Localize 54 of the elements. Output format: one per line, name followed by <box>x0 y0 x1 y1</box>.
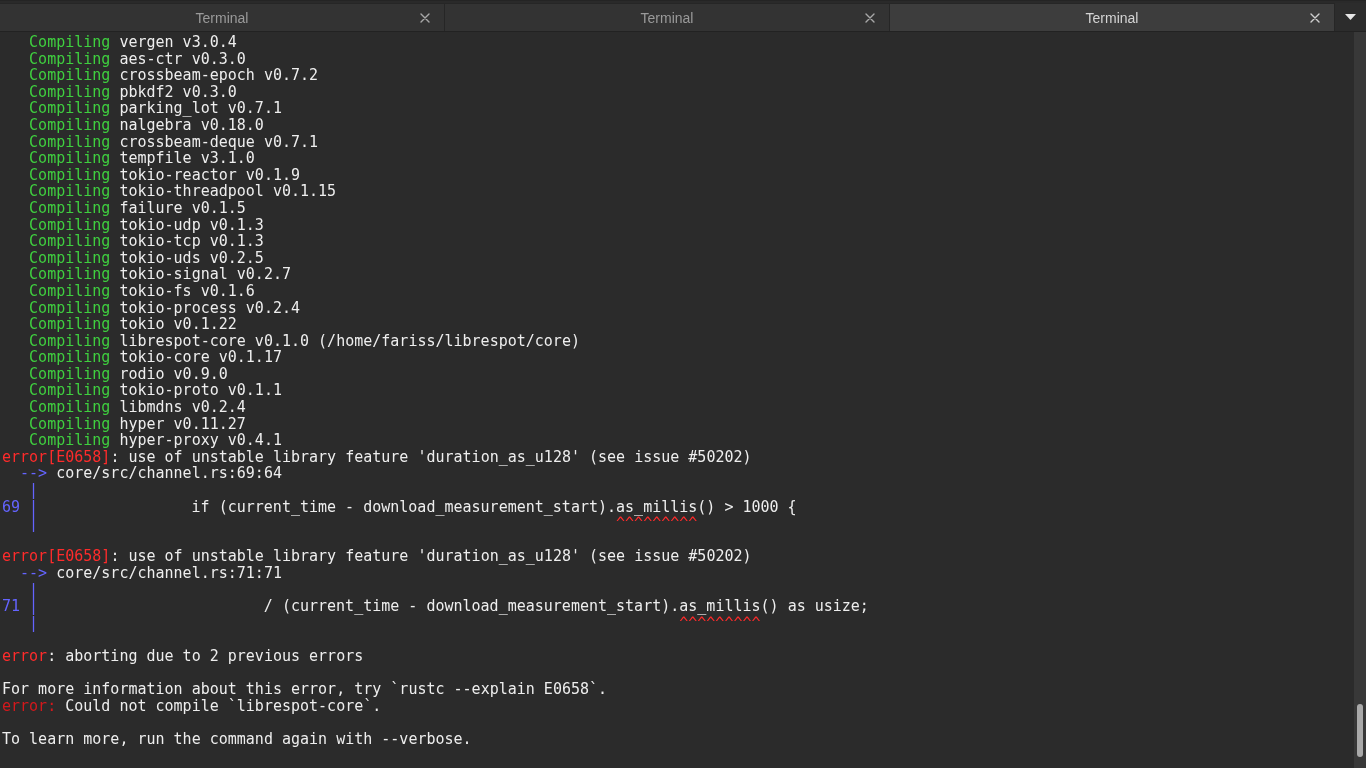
close-icon[interactable] <box>865 12 875 23</box>
error-message: error[E0658]: use of unstable library feature 'duration_as_u128' (see issue #50202) <box>2 448 752 466</box>
build-log-line: Compiling hyper v0.11.27 <box>29 415 246 433</box>
gutter-pipe-text: | <box>29 482 39 499</box>
line-number: 71 <box>2 598 21 615</box>
build-log-line: Compiling failure v0.1.5 <box>29 199 246 217</box>
close-icon[interactable] <box>1310 12 1320 23</box>
error-message: error: aborting due to 2 previous errors <box>2 647 364 665</box>
build-log-line: Compiling tokio-reactor v0.1.9 <box>29 166 300 184</box>
error-location: --> core/src/channel.rs:69:64 <box>20 465 282 483</box>
build-log-line: Compiling tokio-uds v0.2.5 <box>29 249 264 267</box>
build-log-line: Compiling rodio v0.9.0 <box>29 365 228 383</box>
terminal-tab[interactable]: Terminal <box>444 3 889 31</box>
build-log-line: Compiling tokio v0.1.22 <box>29 316 237 333</box>
error-message: error: Could not compile `librespot-core`. <box>2 697 382 715</box>
build-log-line: Compiling tokio-fs v0.1.6 <box>29 282 255 300</box>
build-log-line: Compiling tokio-tcp v0.1.3 <box>29 233 264 250</box>
build-log-line: Compiling aes-ctr v0.3.0 <box>29 50 246 68</box>
build-log-line: Compiling parking_lot v0.7.1 <box>29 100 282 117</box>
build-log-line: Compiling tokio-threadpool v0.1.15 <box>29 183 337 200</box>
code-line: if (current_time - download_measurement_start).as_millis() > 1000 { <box>191 498 797 516</box>
output-line: To learn more, run the command again with --verbose. <box>2 730 472 748</box>
build-log-line: Compiling hyper-proxy v0.4.1 <box>29 432 282 449</box>
terminal-tab[interactable]: Terminal <box>889 3 1335 31</box>
gutter-pipe-text: | <box>29 498 39 516</box>
gutter-pipe-text: | <box>29 515 39 532</box>
build-log-line: Compiling vergen v3.0.4 <box>29 34 237 51</box>
scrollbar-thumb[interactable] <box>1357 704 1363 757</box>
build-log-line: Compiling tokio-proto v0.1.1 <box>29 382 282 400</box>
gutter-pipe-text: | <box>29 614 39 632</box>
error-marker: ^^^^^^^^^ <box>616 515 698 532</box>
build-log-line: Compiling librespot-core v0.1.0 (/home/fariss/librespot/core) <box>29 332 580 350</box>
build-log-line: Compiling crossbeam-epoch v0.7.2 <box>29 67 319 84</box>
close-icon[interactable] <box>420 12 430 23</box>
build-log-line: Compiling pbkdf2 v0.3.0 <box>29 83 237 101</box>
build-log-line: Compiling tokio-signal v0.2.7 <box>29 266 291 283</box>
line-number: 69 <box>2 498 21 516</box>
error-marker: ^^^^^^^^^ <box>679 614 761 632</box>
gutter-pipe-text: | <box>29 598 39 615</box>
caret-down-icon <box>1345 14 1356 20</box>
output-line: For more information about this error, try `rustc --explain E0658`. <box>2 681 608 698</box>
terminal-tab[interactable]: Terminal <box>0 3 444 31</box>
build-log-line: Compiling libmdns v0.2.4 <box>29 399 246 416</box>
build-log-line: Compiling tokio-udp v0.1.3 <box>29 216 264 234</box>
build-log-line: Compiling tempfile v3.1.0 <box>29 150 255 167</box>
gutter-pipe-text: | <box>29 581 39 599</box>
scrollbar-track[interactable] <box>1354 32 1366 768</box>
build-log-line: Compiling crossbeam-deque v0.7.1 <box>29 133 319 151</box>
build-log-line: Compiling tokio-process v0.2.4 <box>29 299 300 317</box>
error-location: --> core/src/channel.rs:71:71 <box>20 565 282 582</box>
build-log-line: Compiling tokio-core v0.1.17 <box>29 349 282 366</box>
error-message: error[E0658]: use of unstable library feature 'duration_as_u128' (see issue #50202) <box>2 548 752 565</box>
code-line: / (current_time - download_measurement_start).as_millis() as usize; <box>263 598 869 615</box>
build-log-line: Compiling nalgebra v0.18.0 <box>29 116 264 134</box>
